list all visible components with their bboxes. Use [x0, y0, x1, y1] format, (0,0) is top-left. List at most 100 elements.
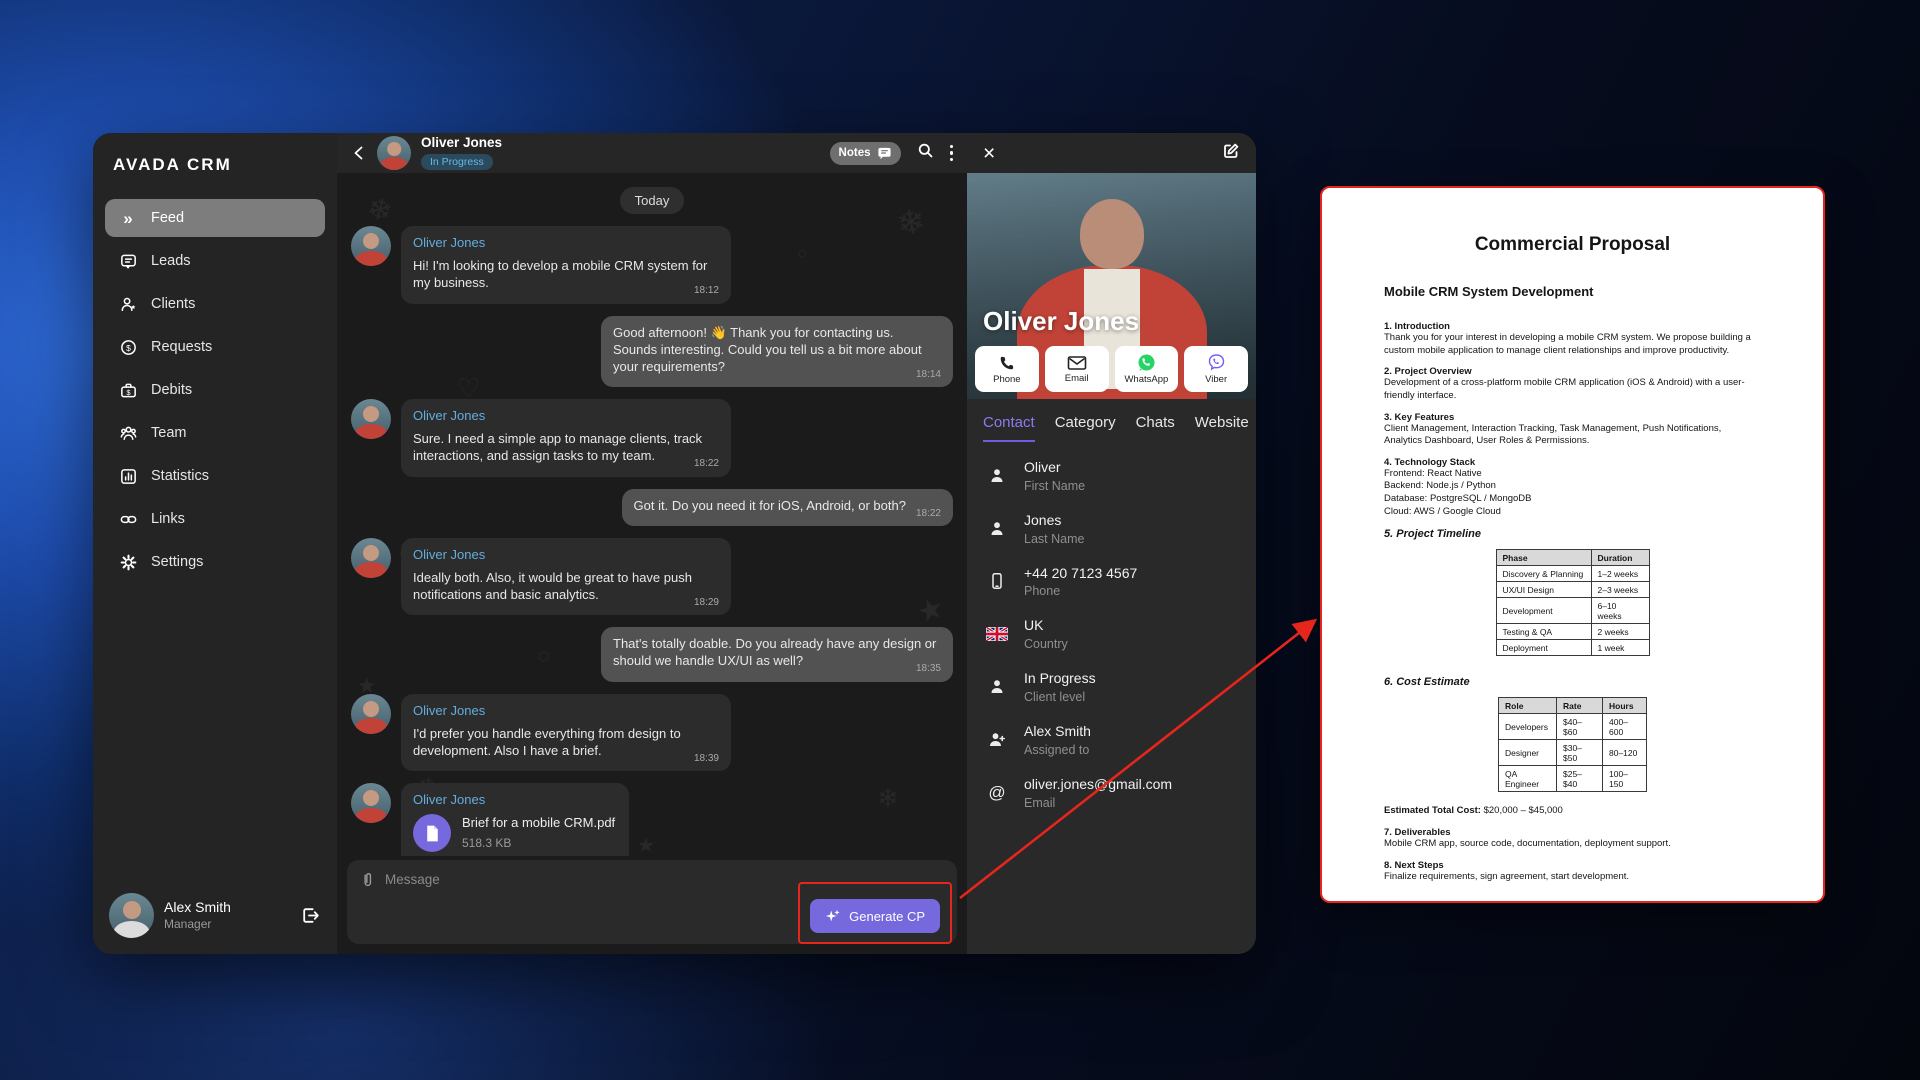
tab-category[interactable]: Category	[1055, 414, 1116, 442]
close-icon[interactable]: ×	[983, 143, 995, 164]
notes-button[interactable]: Notes	[830, 142, 901, 165]
email-icon	[1067, 355, 1087, 371]
message-sender: Oliver Jones	[413, 702, 719, 719]
person-icon	[985, 677, 1009, 697]
section-project-overview: 2. Project Overview Development of a cro…	[1384, 366, 1761, 402]
chat-header: Oliver Jones In Progress Notes	[337, 133, 967, 173]
field-email: @ oliver.jones@gmail.comEmail	[985, 776, 1238, 810]
section-body: Client Management, Interaction Tracking,…	[1384, 423, 1761, 448]
contact-photo: Oliver Jones Phone Email WhatsApp Viber	[967, 173, 1256, 399]
message-text: Got it. Do you need it for iOS, Android,…	[634, 498, 906, 513]
edit-icon[interactable]	[1222, 142, 1240, 165]
at-icon: @	[985, 783, 1009, 803]
timeline-table: PhaseDuration Discovery & Planning1–2 we…	[1496, 549, 1650, 656]
svg-text:$: $	[126, 387, 131, 396]
email-button[interactable]: Email	[1045, 346, 1109, 392]
message-text: I'd prefer you handle everything from de…	[413, 726, 681, 758]
file-attachment[interactable]: Brief for a mobile CRM.pdf 518.3 KB	[413, 814, 615, 852]
message-time: 18:35	[916, 662, 941, 675]
message-bubble[interactable]: Got it. Do you need it for iOS, Android,…	[622, 489, 953, 526]
chat-bubble-icon	[877, 146, 892, 161]
sidebar-nav: » Feed Leads Clients $ Requests $ Debits	[105, 199, 325, 887]
file-size: 518.3 KB	[462, 836, 615, 852]
chat-panel: Oliver Jones In Progress Notes ❄ ★ ❄ ♡ ○…	[337, 133, 967, 954]
field-label: Last Name	[1024, 532, 1084, 546]
field-last-name: Jones Last Name	[985, 512, 1238, 546]
message-input[interactable]: Message Generate CP	[347, 860, 957, 944]
field-label: Assigned to	[1024, 743, 1091, 757]
sidebar-item-label: Feed	[151, 210, 184, 226]
sidebar-item-statistics[interactable]: Statistics	[105, 457, 325, 495]
sidebar-item-team[interactable]: Team	[105, 414, 325, 452]
mobile-phone-icon	[985, 571, 1009, 591]
search-icon[interactable]	[917, 142, 934, 164]
message-bubble[interactable]: Oliver Jones Brief for a mobile CRM.pdf …	[401, 783, 629, 856]
field-phone: +44 20 7123 4567Phone	[985, 565, 1238, 599]
whatsapp-icon	[1137, 353, 1156, 372]
attach-icon[interactable]	[359, 871, 376, 888]
sidebar-item-links[interactable]: Links	[105, 500, 325, 538]
file-icon	[413, 814, 451, 852]
field-assigned-to: Alex Smith Assigned to	[985, 723, 1238, 757]
tab-contact[interactable]: Contact	[983, 414, 1035, 442]
message-bubble[interactable]: Oliver Jones Sure. I need a simple app t…	[401, 399, 731, 477]
message-bubble[interactable]: Good afternoon! 👋 Thank you for contacti…	[601, 316, 953, 388]
back-icon[interactable]	[351, 145, 367, 161]
message-sender: Oliver Jones	[413, 407, 719, 424]
phone-button[interactable]: Phone	[975, 346, 1039, 392]
crm-window: AVADA CRM » Feed Leads Clients $ Request…	[93, 133, 1256, 954]
tab-website[interactable]: Website	[1195, 414, 1249, 442]
table-row: Designer$30–$5080–120	[1499, 740, 1647, 766]
sidebar-item-requests[interactable]: $ Requests	[105, 328, 325, 366]
team-icon	[118, 423, 138, 443]
message-placeholder: Message	[385, 872, 440, 887]
sidebar-item-feed[interactable]: » Feed	[105, 199, 325, 237]
sidebar-item-debits[interactable]: $ Debits	[105, 371, 325, 409]
field-value: Jones	[1024, 512, 1084, 529]
message-text: Hi! I'm looking to develop a mobile CRM …	[413, 258, 707, 290]
sidebar-item-leads[interactable]: Leads	[105, 242, 325, 280]
contact-actions: Phone Email WhatsApp Viber	[975, 346, 1248, 392]
field-value: Alex Smith	[1024, 723, 1091, 740]
contact-name: Oliver Jones	[983, 306, 1139, 337]
document-title: Commercial Proposal	[1384, 234, 1761, 256]
contact-panel-header: ×	[967, 133, 1256, 173]
sidebar-item-label: Clients	[151, 296, 195, 312]
logout-icon[interactable]	[300, 905, 321, 926]
message-incoming: Oliver Jones I'd prefer you handle every…	[351, 694, 953, 772]
generate-cp-button[interactable]: Generate CP	[810, 899, 940, 933]
avatar	[377, 136, 411, 170]
message-bubble[interactable]: Oliver Jones I'd prefer you handle every…	[401, 694, 731, 772]
statistics-icon	[118, 466, 138, 486]
field-first-name: OliverFirst Name	[985, 459, 1238, 493]
whatsapp-button[interactable]: WhatsApp	[1115, 346, 1179, 392]
section-body: Mobile CRM app, source code, documentati…	[1384, 838, 1761, 851]
section-heading: 3. Key Features	[1384, 412, 1761, 423]
document-subtitle: Mobile CRM System Development	[1384, 284, 1761, 299]
message-bubble[interactable]: Oliver Jones Hi! I'm looking to develop …	[401, 226, 731, 304]
sidebar-item-clients[interactable]: Clients	[105, 285, 325, 323]
field-country: UKCountry	[985, 617, 1238, 651]
message-text: That's totally doable. Do you already ha…	[613, 636, 936, 668]
leads-icon	[118, 251, 138, 271]
message-time: 18:29	[694, 596, 719, 609]
message-incoming-file: Oliver Jones Brief for a mobile CRM.pdf …	[351, 783, 953, 856]
section-heading: 8. Next Steps	[1384, 860, 1761, 871]
links-icon	[118, 509, 138, 529]
section-heading: 4. Technology Stack	[1384, 457, 1761, 468]
message-bubble[interactable]: Oliver Jones Ideally both. Also, it woul…	[401, 538, 731, 616]
avatar	[351, 226, 391, 266]
avatar	[351, 538, 391, 578]
message-bubble[interactable]: That's totally doable. Do you already ha…	[601, 627, 953, 681]
message-outgoing: Good afternoon! 👋 Thank you for contacti…	[351, 316, 953, 388]
viber-button[interactable]: Viber	[1184, 346, 1248, 392]
sidebar-item-label: Links	[151, 511, 185, 527]
message-time: 18:22	[694, 457, 719, 470]
action-label: WhatsApp	[1124, 374, 1168, 385]
more-menu-icon[interactable]	[950, 145, 954, 162]
tab-chats[interactable]: Chats	[1136, 414, 1175, 442]
table-row: UX/UI Design2–3 weeks	[1496, 582, 1649, 598]
sidebar-item-settings[interactable]: Settings	[105, 543, 325, 581]
message-sender: Oliver Jones	[413, 234, 719, 251]
sidebar-item-label: Requests	[151, 339, 212, 355]
